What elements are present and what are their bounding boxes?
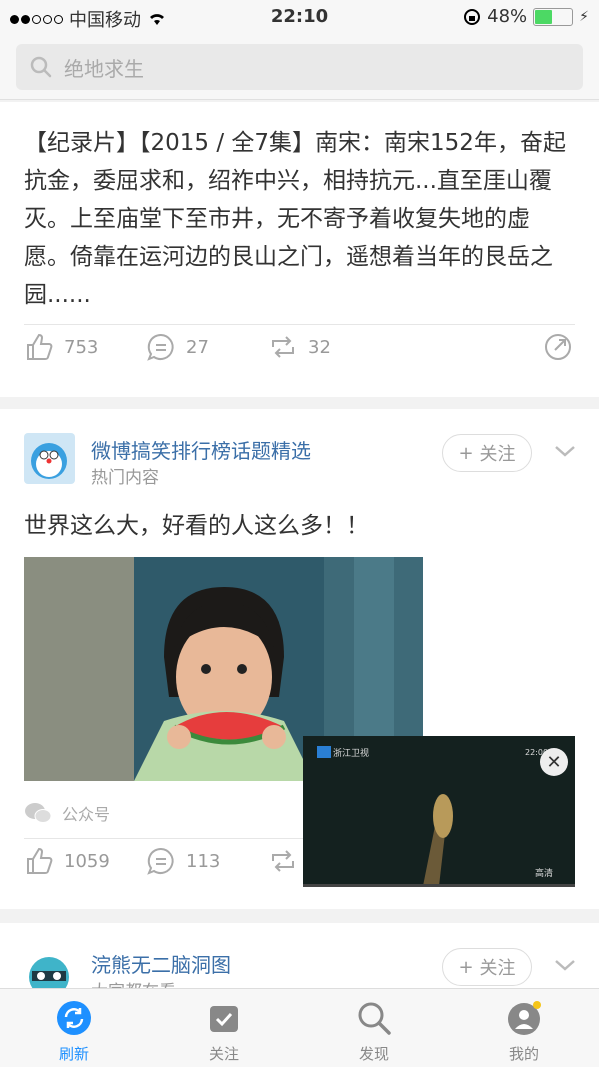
follow-check-icon [210, 1006, 238, 1032]
follow-button[interactable]: + 关注 [442, 434, 532, 472]
tab-discover[interactable]: 发现 [324, 999, 424, 1064]
follow-button[interactable]: + 关注 [442, 948, 532, 986]
thumbs-up-icon [27, 847, 53, 874]
chevron-down-icon[interactable] [553, 957, 577, 973]
tab-label: 发现 [358, 1045, 389, 1063]
close-video-button[interactable]: ✕ [540, 748, 568, 776]
author-subtitle: 热门内容 [91, 468, 159, 488]
author-name[interactable]: 微博搞笑排行榜话题精选 [91, 435, 311, 464]
comment-count: 113 [186, 850, 221, 872]
battery-percent: 48% [487, 6, 528, 27]
comment-count: 27 [186, 336, 209, 358]
follow-label: 关注 [479, 958, 516, 979]
action-bar: 753 27 32 [0, 332, 599, 382]
source-tag: 公众号 [24, 801, 110, 825]
repost-button[interactable] [268, 846, 298, 876]
like-count: 753 [64, 336, 99, 358]
repost-count: 32 [308, 336, 331, 358]
profile-icon [508, 1001, 541, 1035]
search-icon [30, 56, 52, 78]
follow-label: 关注 [479, 444, 516, 465]
floating-video-player[interactable]: 浙江卫视 22:00 高清 [303, 736, 575, 887]
refresh-icon [57, 1001, 91, 1035]
repost-button[interactable]: 32 [268, 332, 331, 362]
repost-icon [272, 336, 294, 358]
share-icon [545, 334, 571, 360]
comment-button[interactable]: 27 [146, 332, 209, 362]
thumbs-up-icon [27, 333, 53, 360]
charging-icon: ⚡ [579, 8, 589, 25]
search-placeholder: 绝地求生 [64, 56, 144, 81]
status-bar: 中国移动 22:10 48% ⚡ [0, 0, 599, 34]
tab-label: 我的 [508, 1045, 539, 1063]
comment-icon [147, 333, 174, 361]
like-button[interactable]: 1059 [24, 846, 110, 876]
divider [24, 324, 575, 325]
tab-label: 刷新 [58, 1045, 89, 1063]
post-text[interactable]: 世界这么大，好看的人这么多！！ [24, 506, 369, 540]
repost-icon [272, 850, 294, 872]
source-label: 公众号 [62, 805, 111, 824]
tab-bar: 刷新 关注 发现 我的 [0, 988, 599, 1067]
plus-icon: + [458, 956, 474, 978]
channel-logo: 浙江卫视 [333, 747, 369, 759]
author-name[interactable]: 浣熊无二脑洞图 [91, 949, 231, 978]
share-button[interactable] [543, 332, 573, 362]
discover-search-icon [358, 1002, 391, 1035]
like-count: 1059 [64, 850, 110, 872]
avatar[interactable] [24, 947, 75, 993]
close-icon: ✕ [546, 751, 562, 773]
comment-button[interactable]: 113 [146, 846, 220, 876]
comment-icon [147, 847, 174, 875]
like-button[interactable]: 753 [24, 332, 98, 362]
orientation-lock-icon [464, 8, 481, 25]
feed-card: 浣熊无二脑洞图 大家都在看 +关注 [0, 923, 599, 1002]
video-quality: 高清 [535, 867, 553, 879]
tab-follow[interactable]: 关注 [174, 999, 274, 1064]
post-text[interactable]: 【纪录片】【2015 / 全7集】南宋：南宋152年，奋起抗金，委屈求和，绍祚中… [24, 124, 574, 314]
avatar[interactable] [24, 433, 75, 484]
wechat-icon [25, 803, 52, 823]
tab-label: 关注 [208, 1045, 239, 1063]
search-bar: 绝地求生 [0, 34, 599, 100]
battery-icon [533, 7, 574, 26]
tab-profile[interactable]: 我的 [474, 999, 574, 1064]
search-input[interactable]: 绝地求生 [16, 44, 583, 90]
feed-card: 【纪录片】【2015 / 全7集】南宋：南宋152年，奋起抗金，委屈求和，绍祚中… [0, 102, 599, 397]
plus-icon: + [458, 442, 474, 464]
chevron-down-icon[interactable] [553, 443, 577, 459]
tab-refresh[interactable]: 刷新 [24, 999, 124, 1064]
